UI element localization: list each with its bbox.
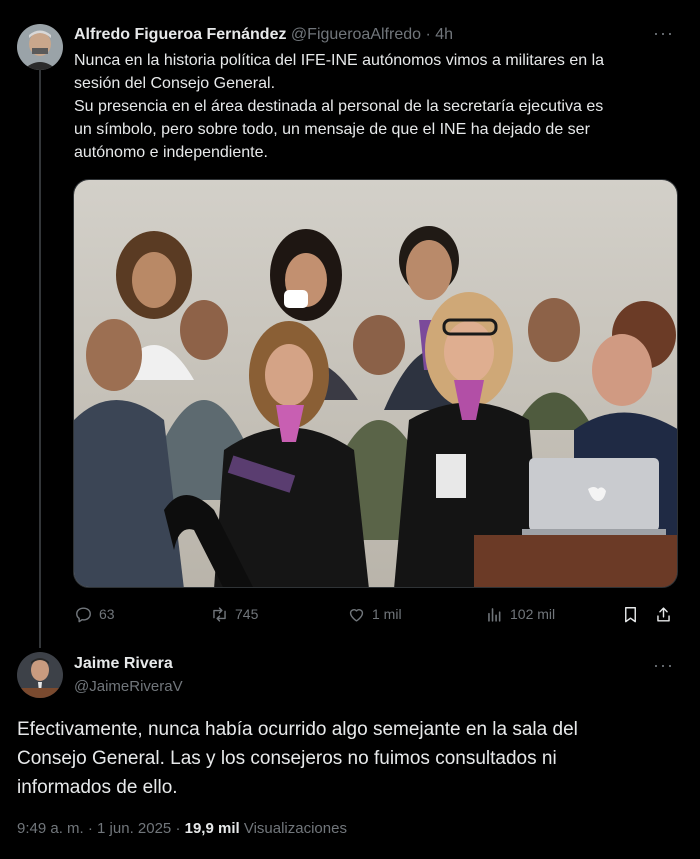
like-button[interactable]: 1 mil — [347, 600, 402, 628]
tweet-text-line: autónomo e independiente. — [74, 144, 268, 161]
tweet-text-line: Consejo General. Las y los consejeros no… — [17, 748, 557, 769]
author-handle[interactable]: @JaimeRiveraV — [74, 677, 183, 697]
tweet-text-line: un símbolo, pero sobre todo, un mensaje … — [74, 121, 590, 138]
author-name[interactable]: Alfredo Figueroa Fernández — [74, 26, 286, 43]
more-options-icon[interactable]: ··· — [653, 24, 674, 42]
tweet-metadata: 9:49 a. m. · 1 jun. 2025 · 19,9 mil Visu… — [17, 819, 347, 839]
bookmark-icon — [625, 606, 636, 622]
tweet-header: Alfredo Figueroa Fernández @FigueroaAlfr… — [74, 24, 453, 46]
separator-dot: · — [175, 820, 181, 837]
tweet-date[interactable]: 1 jun. 2025 — [97, 820, 171, 837]
views-icon — [488, 607, 501, 622]
tweet-text-line: sesión del Consejo General. — [74, 75, 276, 92]
tweet-text-line: Nunca en la historia política del IFE-IN… — [74, 52, 605, 69]
tweet-text-line: Su presencia en el área destinada al per… — [74, 98, 604, 115]
repost-icon — [213, 606, 226, 622]
tweet-text: Nunca en la historia política del IFE-IN… — [74, 49, 674, 164]
views-label: Visualizaciones — [243, 820, 347, 837]
like-icon — [349, 608, 364, 622]
tweet-text: Efectivamente, nunca había ocurrido algo… — [17, 715, 677, 802]
tweet-time[interactable]: 4h — [435, 26, 453, 43]
tweet-time[interactable]: 9:49 a. m. — [17, 820, 84, 837]
author-handle[interactable]: @FigueroaAlfredo — [291, 26, 421, 43]
views-count: 102 mil — [510, 606, 556, 622]
repost-count: 745 — [235, 606, 259, 622]
share-button[interactable] — [654, 600, 673, 628]
more-options-icon[interactable]: ··· — [653, 656, 674, 674]
author-name[interactable]: Jaime Rivera — [74, 654, 173, 674]
thread-connector-line — [39, 70, 41, 648]
repost-button[interactable]: 745 — [210, 600, 258, 628]
separator-dot: · — [87, 820, 93, 837]
views-count: 19,9 mil — [184, 820, 240, 837]
avatar[interactable] — [17, 652, 63, 698]
bookmark-button[interactable] — [621, 600, 640, 628]
tweet-photo[interactable] — [73, 179, 678, 588]
separator-dot: · — [425, 26, 431, 43]
share-icon — [657, 606, 670, 622]
tweet-actions-bar: 63 745 1 mil 102 mil — [74, 600, 679, 628]
like-count: 1 mil — [372, 606, 402, 622]
tweet-text-line: informados de ello. — [17, 777, 178, 798]
tweet-text-line: Efectivamente, nunca había ocurrido algo… — [17, 719, 578, 740]
avatar[interactable] — [17, 24, 63, 70]
views-button[interactable]: 102 mil — [485, 600, 555, 628]
reply-count: 63 — [99, 606, 115, 622]
reply-button[interactable]: 63 — [74, 600, 115, 628]
reply-icon — [76, 606, 91, 622]
